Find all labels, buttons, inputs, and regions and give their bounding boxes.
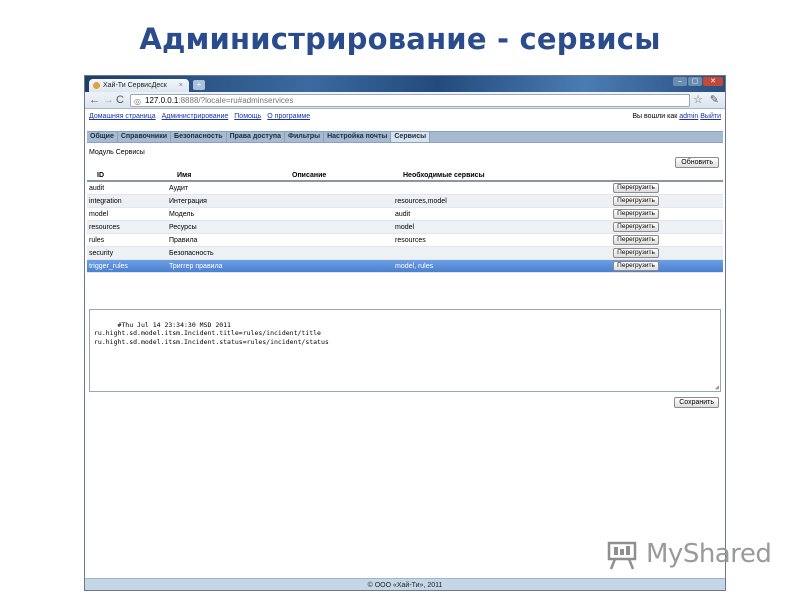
reload-icon[interactable]: C [116,93,124,107]
user-prefix: Вы вошли как [632,113,678,120]
table-body: audit Аудит Перегрузить integration Интеграц… [87,182,723,273]
watermark-board-icon [607,541,637,570]
page-content: Домашняя страница Администрирование Помо… [85,109,725,590]
tab-security[interactable]: Безопасность [171,132,227,142]
cell-id: integration [89,198,122,205]
tab-general[interactable]: Общие [87,132,118,142]
column-header-dependencies[interactable]: Необходимые сервисы [403,170,485,182]
column-header-name[interactable]: Имя [177,170,191,182]
table-row[interactable]: rules Правила resources Перегрузить [87,234,723,247]
column-header-description[interactable]: Описание [292,170,326,182]
maximize-button[interactable]: ▢ [688,77,702,86]
tab-mail-settings[interactable]: Настройка почты [324,132,392,142]
tab-services[interactable]: Сервисы [391,132,431,142]
table-row[interactable]: audit Аудит Перегрузить [87,182,723,195]
cell-name: Правила [169,237,198,244]
cell-id: trigger_rules [89,263,128,270]
user-box: Вы вошли как admin Выйти [632,113,721,120]
new-tab-button[interactable]: + [193,80,205,90]
window-controls: – ▢ ✕ [673,77,723,86]
tab-close-icon[interactable]: × [179,79,183,92]
cell-id: audit [89,185,105,192]
browser-window: Хай-Ти СервисДеск × + – ▢ ✕ ← → C ◎ 127.… [84,75,726,591]
watermark-logo: MyShared [606,538,772,572]
reload-service-button[interactable]: Перегрузить [613,248,659,258]
table-row[interactable]: integration Интеграция resources,model Пере… [87,195,723,208]
cell-name: Ресурсы [169,224,197,231]
tab-directories[interactable]: Справочники [118,132,172,142]
browser-tab-strip: Хай-Ти СервисДеск × + – ▢ ✕ [85,76,725,92]
page-footer: © ООО «Хай-Ти», 2011 [85,578,725,590]
cell-id: rules [89,237,105,244]
module-label: Модуль Сервисы [89,149,145,156]
table-row[interactable]: trigger_rules Триггер правила model, rules… [87,260,723,273]
cell-name: Интеграция [169,198,207,205]
page-icon: ◎ [134,97,141,106]
cell-name: Безопасность [169,250,214,257]
url-path: :8888/?locale=ru#adminservices [178,96,294,105]
address-bar[interactable]: ◎ 127.0.0.1:8888/?locale=ru#adminservice… [130,94,690,107]
services-table: ID Имя Описание Необходимые сервисы audi… [87,170,723,273]
table-row[interactable]: model Модель audit Перегрузить [87,208,723,221]
tab-access-rights[interactable]: Права доступа [227,132,285,142]
refresh-button[interactable]: Обновить [675,157,719,168]
table-row[interactable]: resources Ресурсы model Перегрузить [87,221,723,234]
top-links: Домашняя страница Администрирование Помо… [89,113,314,120]
link-help[interactable]: Помощь [234,113,261,120]
reload-service-button[interactable]: Перегрузить [613,183,659,193]
reload-service-button[interactable]: Перегрузить [613,209,659,219]
cell-name: Модель [169,211,195,218]
config-text: #Thu Jul 14 23:34:30 MSD 2011 ru.hight.s… [94,320,329,346]
browser-toolbar: ← → C ◎ 127.0.0.1:8888/?locale=ru#admins… [85,92,725,109]
cell-name: Триггер правила [169,263,223,270]
watermark-text: MyShared [646,539,772,569]
reload-service-button[interactable]: Перегрузить [613,261,659,271]
reload-service-button[interactable]: Перегрузить [613,235,659,245]
config-editor[interactable]: #Thu Jul 14 23:34:30 MSD 2011 ru.hight.s… [89,309,721,392]
cell-dependencies: model, rules [395,263,434,270]
reload-service-button[interactable]: Перегрузить [613,196,659,206]
back-arrow-icon[interactable]: ← [89,93,100,107]
cell-dependencies: audit [395,211,411,218]
logout-link[interactable]: Выйти [700,113,721,120]
cell-id: resources [89,224,120,231]
cell-id: model [89,211,109,218]
forward-arrow-icon[interactable]: → [103,93,114,107]
save-button[interactable]: Сохранить [674,397,719,408]
browser-tab[interactable]: Хай-Ти СервисДеск × [89,79,189,92]
cell-id: security [89,250,114,257]
user-name-link[interactable]: admin [679,113,698,120]
link-about[interactable]: О программе [267,113,310,120]
main-nav: Общие Справочники Безопасность Права дос… [87,131,723,143]
cell-dependencies: resources [395,237,426,244]
cell-dependencies: model [395,224,415,231]
url-host: 127.0.0.1 [145,96,179,105]
tab-title: Хай-Ти СервисДеск [103,82,167,89]
resize-grip-icon[interactable]: ◢ [715,384,719,391]
link-admin[interactable]: Администрирование [162,113,229,120]
cell-name: Аудит [169,185,189,192]
close-window-button[interactable]: ✕ [703,77,723,86]
favicon-icon [93,82,100,89]
table-row[interactable]: security Безопасность Перегрузить [87,247,723,260]
wrench-icon[interactable]: ✎ [710,92,719,108]
minimize-button[interactable]: – [673,77,687,86]
bookmark-star-icon[interactable]: ☆ [693,92,703,108]
tab-filters[interactable]: Фильтры [285,132,325,142]
column-header-id[interactable]: ID [97,170,104,182]
link-home[interactable]: Домашняя страница [89,113,156,120]
cell-dependencies: resources,model [395,198,447,205]
slide-title: Администрирование - сервисы [139,22,661,56]
table-header: ID Имя Описание Необходимые сервисы [87,170,723,182]
reload-service-button[interactable]: Перегрузить [613,222,659,232]
